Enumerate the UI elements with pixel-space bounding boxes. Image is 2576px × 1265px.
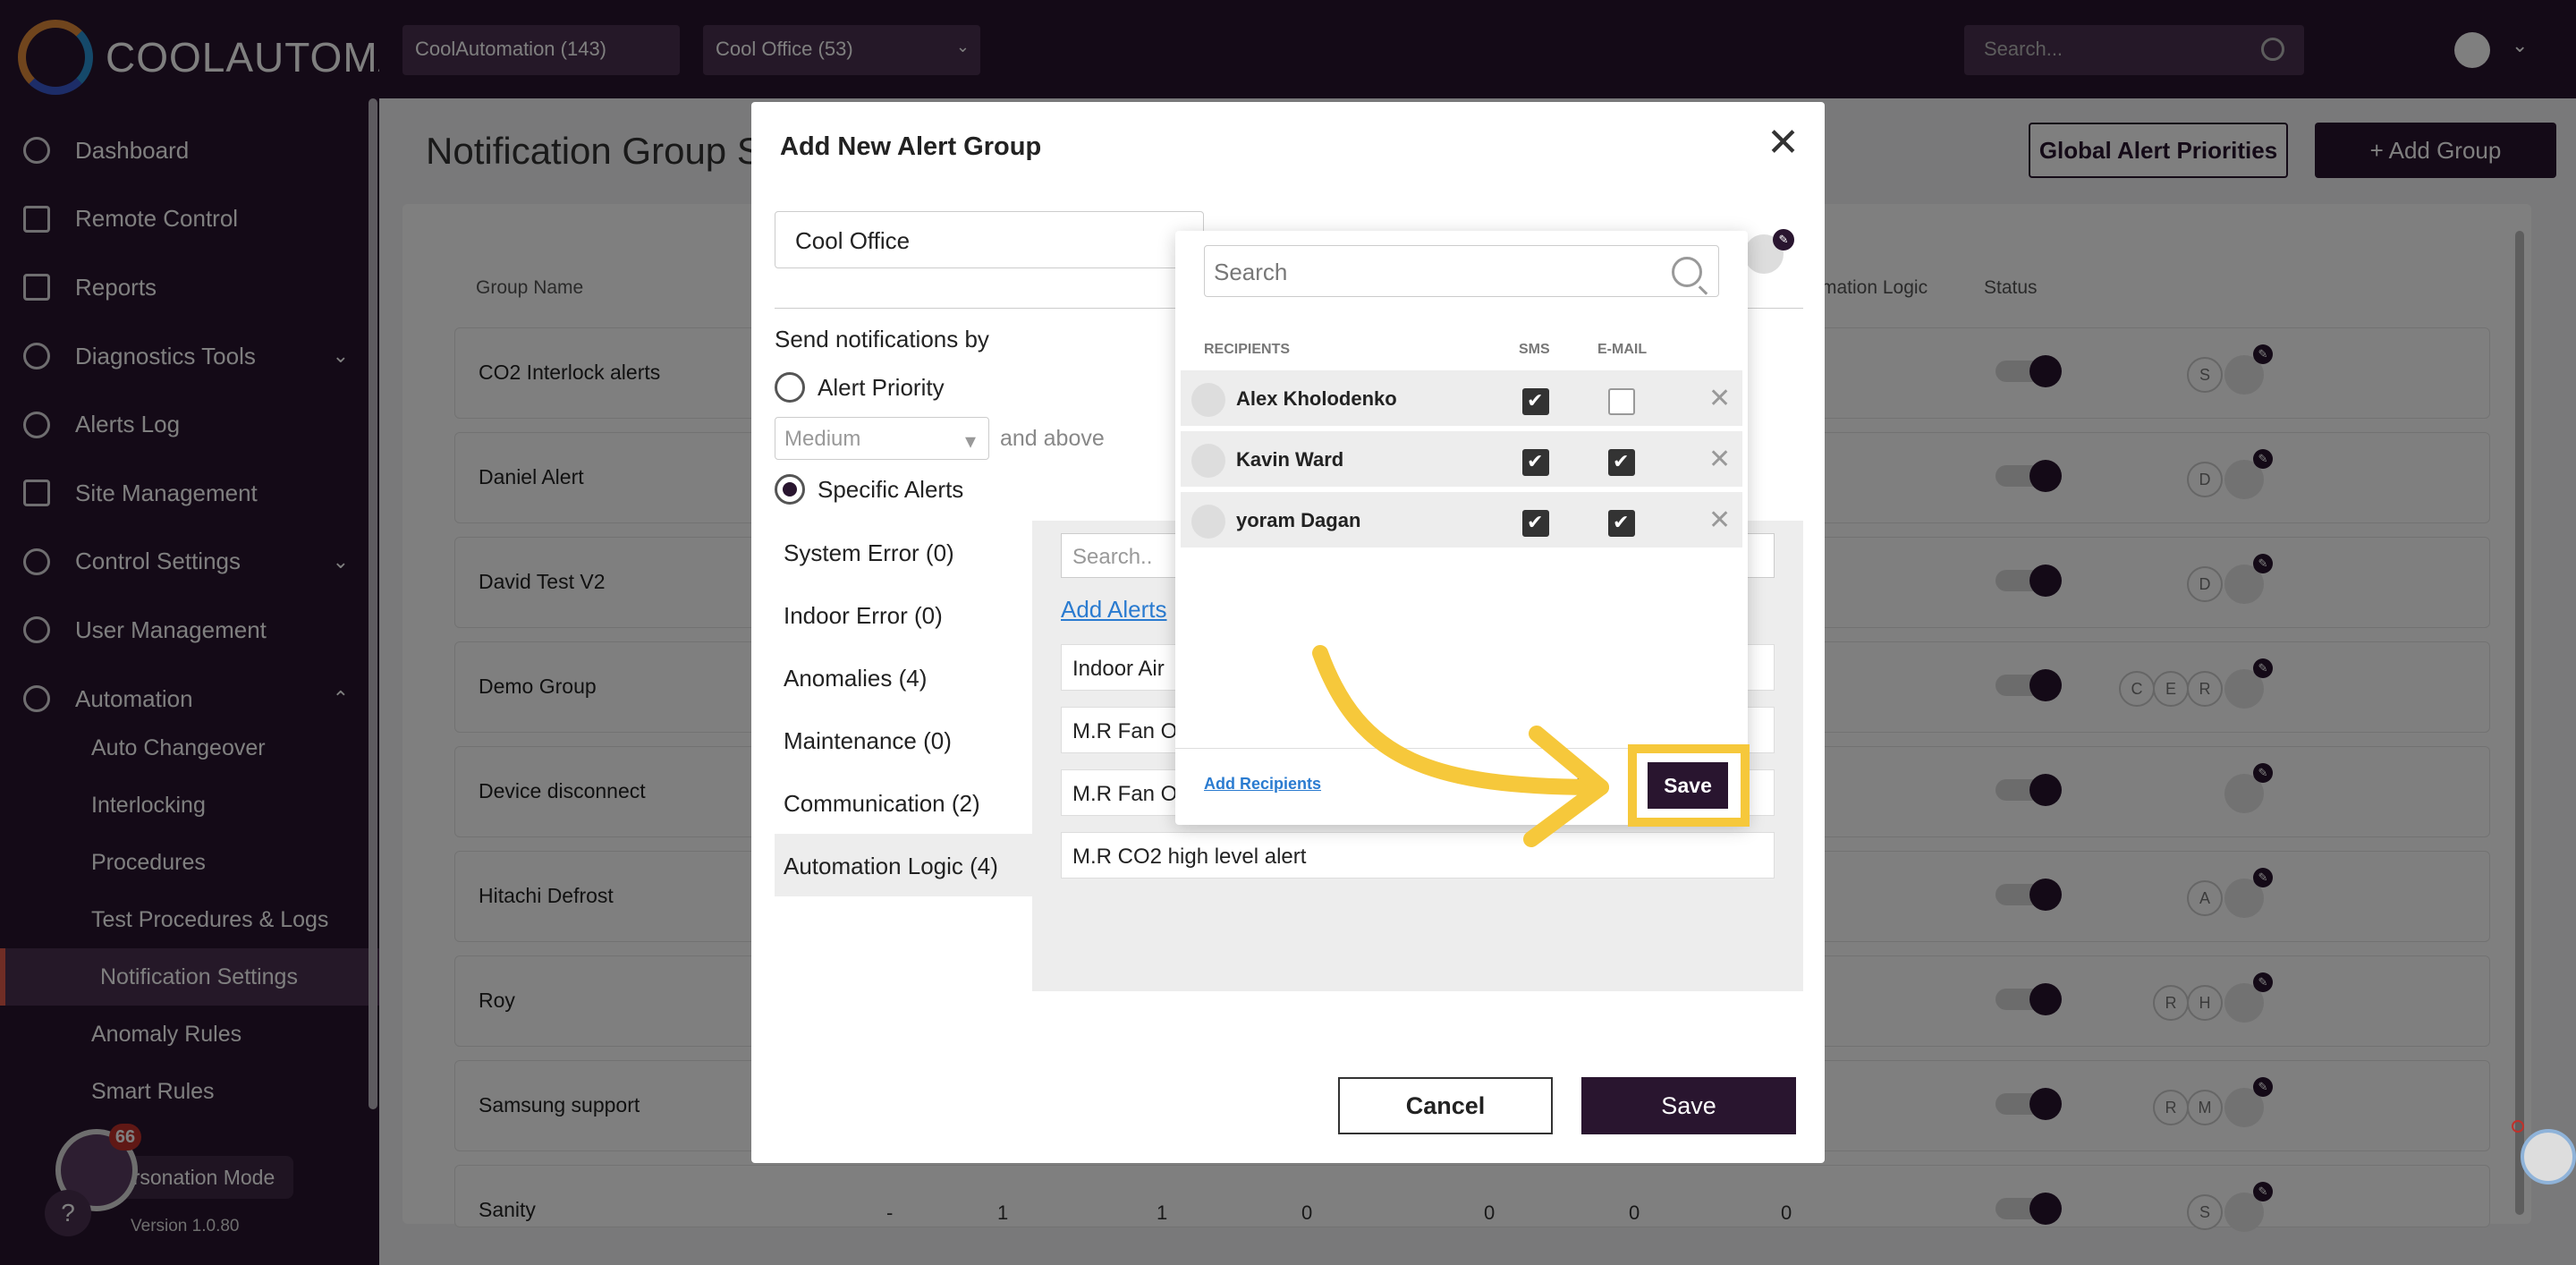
tutorial-arrow-icon xyxy=(1312,645,1609,847)
chat-avatar[interactable] xyxy=(2521,1129,2576,1184)
popup-save-button[interactable]: Save xyxy=(1648,762,1728,809)
status-dot xyxy=(2512,1120,2524,1133)
